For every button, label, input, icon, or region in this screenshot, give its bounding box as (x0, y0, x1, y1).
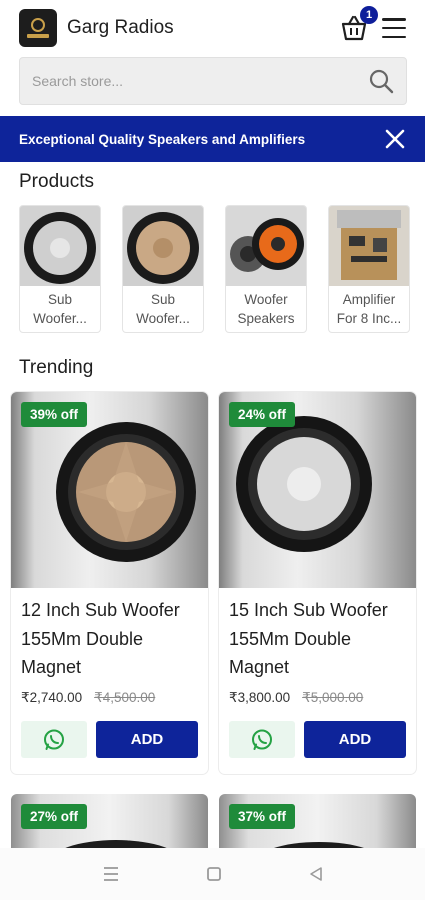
search-icon[interactable] (368, 68, 394, 94)
close-icon[interactable] (384, 128, 406, 150)
back-icon[interactable] (308, 866, 324, 882)
search-bar (19, 57, 407, 105)
original-price: ₹4,500.00 (94, 690, 156, 705)
sale-price: ₹3,800.00 (229, 690, 291, 705)
woofer-speaker-image (226, 206, 306, 286)
whatsapp-icon (252, 729, 272, 750)
banner-text: Exceptional Quality Speakers and Amplifi… (19, 131, 306, 147)
subwoofer-image (123, 206, 203, 286)
recent-apps-icon[interactable] (102, 866, 120, 882)
whatsapp-button[interactable] (21, 721, 87, 758)
logo-mark (31, 18, 45, 32)
category-card[interactable]: Sub Woofer... (122, 205, 204, 333)
product-card[interactable]: 39% off 12 Inch Sub Woofer 155Mm Double … (11, 392, 208, 774)
category-image (329, 206, 409, 286)
system-navigation-bar (0, 848, 425, 900)
category-label: Woofer Speakers (237, 292, 295, 326)
add-to-cart-button[interactable]: ADD (304, 721, 406, 758)
menu-line (382, 35, 406, 38)
hamburger-menu-icon[interactable] (382, 18, 406, 38)
logo-text-mark (27, 34, 49, 38)
discount-badge: 24% off (229, 402, 296, 427)
discount-badge: 39% off (21, 402, 88, 427)
store-name: Garg Radios (67, 17, 174, 38)
whatsapp-icon (44, 729, 64, 750)
category-label: Sub Woofer... (136, 292, 190, 326)
subwoofer-image (20, 206, 100, 286)
home-icon[interactable] (206, 866, 222, 882)
category-label: Sub Woofer... (33, 292, 87, 326)
cart-count-badge: 1 (360, 6, 378, 24)
card-actions: ADD (11, 721, 208, 758)
product-title[interactable]: 12 Inch Sub Woofer 155Mm Double Magnet (11, 588, 208, 688)
amplifier-image (329, 206, 409, 286)
discount-badge: 27% off (21, 804, 88, 829)
category-label: Amplifier For 8 Inc... (336, 292, 402, 326)
card-actions: ADD (219, 721, 416, 758)
add-to-cart-button[interactable]: ADD (96, 721, 198, 758)
price-row: ₹3,800.00 ₹5,000.00 (219, 690, 416, 706)
announcement-banner: Exceptional Quality Speakers and Amplifi… (0, 116, 425, 162)
products-section-title: Products (19, 171, 94, 192)
category-card[interactable]: Amplifier For 8 Inc... (328, 205, 410, 333)
original-price: ₹5,000.00 (302, 690, 364, 705)
category-card[interactable]: Woofer Speakers (225, 205, 307, 333)
product-categories-row: Sub Woofer... Sub Woofer... Woofer Speak… (19, 205, 425, 335)
store-logo[interactable] (19, 9, 57, 47)
product-image: 39% off (11, 392, 208, 588)
header-actions: 1 (340, 6, 406, 41)
product-image: 24% off (219, 392, 416, 588)
trending-section-title: Trending (19, 357, 94, 378)
sale-price: ₹2,740.00 (21, 690, 83, 705)
whatsapp-button[interactable] (229, 721, 295, 758)
app-header: Garg Radios 1 (0, 0, 425, 56)
discount-badge: 37% off (229, 804, 296, 829)
category-card[interactable]: Sub Woofer... (19, 205, 101, 333)
search-input[interactable] (32, 73, 368, 89)
product-title[interactable]: 15 Inch Sub Woofer 155Mm Double Magnet (219, 588, 416, 688)
product-card[interactable]: 24% off 15 Inch Sub Woofer 155Mm Double … (219, 392, 416, 774)
category-image (226, 206, 306, 286)
menu-line (382, 18, 406, 21)
cart-button[interactable]: 1 (340, 6, 378, 41)
category-image (123, 206, 203, 286)
menu-line (382, 26, 406, 30)
category-image (20, 206, 100, 286)
price-row: ₹2,740.00 ₹4,500.00 (11, 690, 208, 706)
